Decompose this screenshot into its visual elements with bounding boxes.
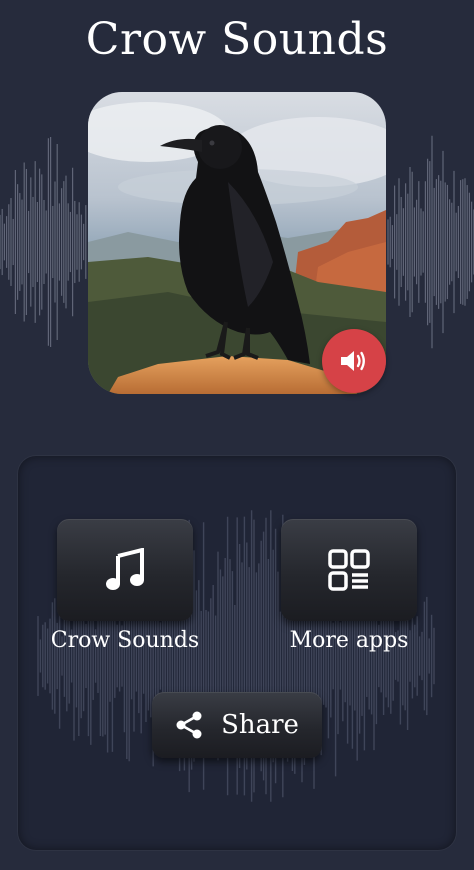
app-title: Crow Sounds xyxy=(85,14,389,65)
play-sound-button[interactable] xyxy=(322,329,386,393)
more-apps-label: More apps xyxy=(289,628,409,653)
apps-grid-icon xyxy=(328,549,370,591)
crow-sounds-button[interactable] xyxy=(57,519,193,621)
menu-panel xyxy=(18,456,456,850)
speaker-icon xyxy=(341,351,365,371)
more-apps-button[interactable] xyxy=(281,519,417,621)
panel-waveform xyxy=(37,510,435,802)
share-icon xyxy=(176,711,202,739)
share-label: Share xyxy=(221,710,299,740)
music-note-icon xyxy=(106,548,144,590)
crow-sounds-label: Crow Sounds xyxy=(50,628,200,653)
share-button[interactable]: Share xyxy=(152,692,322,758)
